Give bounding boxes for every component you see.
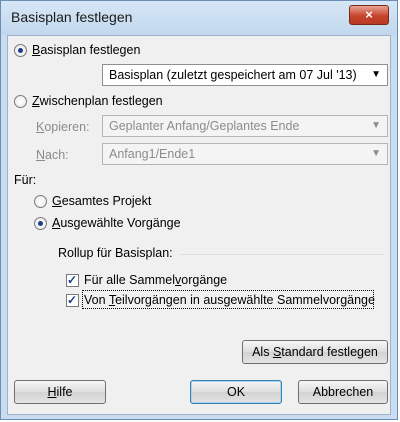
selected-tasks-radio[interactable]: [34, 217, 47, 230]
dialog-window: Basisplan festlegen × Basisplan festlege…: [0, 0, 398, 420]
copy-label: Kopieren:: [36, 120, 90, 134]
chevron-down-icon: ▼: [371, 148, 381, 159]
into-select-value: Anfang1/Ende1: [109, 147, 196, 161]
rollup-all-summary-label[interactable]: Für alle Sammelvorgänge: [84, 273, 227, 287]
baseline-radio-label[interactable]: Basisplan festlegen: [32, 43, 140, 57]
into-select[interactable]: Anfang1/Ende1 ▼: [102, 143, 388, 165]
ok-button[interactable]: OK: [190, 380, 282, 404]
entire-project-label[interactable]: Gesamtes Projekt: [52, 194, 151, 208]
cancel-button[interactable]: Abbrechen: [298, 380, 388, 404]
rollup-label: Rollup für Basisplan:: [58, 246, 173, 260]
window-title: Basisplan festlegen: [11, 9, 133, 25]
radio-selected-dot: [18, 48, 23, 53]
baseline-radio[interactable]: [14, 44, 27, 57]
close-icon: ×: [365, 7, 373, 22]
rollup-subtasks-label[interactable]: Von Teilvorgängen in ausgewählte Sammelv…: [84, 293, 375, 307]
copy-select-value: Geplanter Anfang/Geplantes Ende: [109, 119, 300, 133]
chevron-down-icon: ▼: [371, 69, 381, 80]
title-bar[interactable]: Basisplan festlegen ×: [1, 1, 397, 35]
baseline-select-value: Basisplan (zuletzt gespeichert am 07 Jul…: [109, 68, 357, 82]
interim-radio-label[interactable]: Zwischenplan festlegen: [32, 94, 163, 108]
close-button[interactable]: ×: [349, 5, 389, 25]
radio-selected-dot: [38, 221, 43, 226]
for-label: Für:: [14, 173, 37, 187]
rollup-separator: [180, 254, 384, 255]
check-icon: ✓: [67, 273, 78, 287]
dialog-client-area: Basisplan festlegen Basisplan (zuletzt g…: [7, 35, 391, 415]
selected-tasks-label[interactable]: Ausgewählte Vorgänge: [52, 216, 181, 230]
check-icon: ✓: [67, 293, 78, 307]
into-label: Nach:: [36, 148, 69, 162]
chevron-down-icon: ▼: [371, 120, 381, 131]
baseline-select[interactable]: Basisplan (zuletzt gespeichert am 07 Jul…: [102, 64, 388, 86]
help-button[interactable]: Hilfe: [14, 380, 106, 404]
copy-select[interactable]: Geplanter Anfang/Geplantes Ende ▼: [102, 115, 388, 137]
set-as-default-button[interactable]: Als Standard festlegen: [242, 340, 388, 364]
interim-radio[interactable]: [14, 95, 27, 108]
rollup-subtasks-checkbox[interactable]: ✓: [66, 293, 79, 307]
rollup-all-summary-checkbox[interactable]: ✓: [66, 273, 79, 287]
entire-project-radio[interactable]: [34, 195, 47, 208]
